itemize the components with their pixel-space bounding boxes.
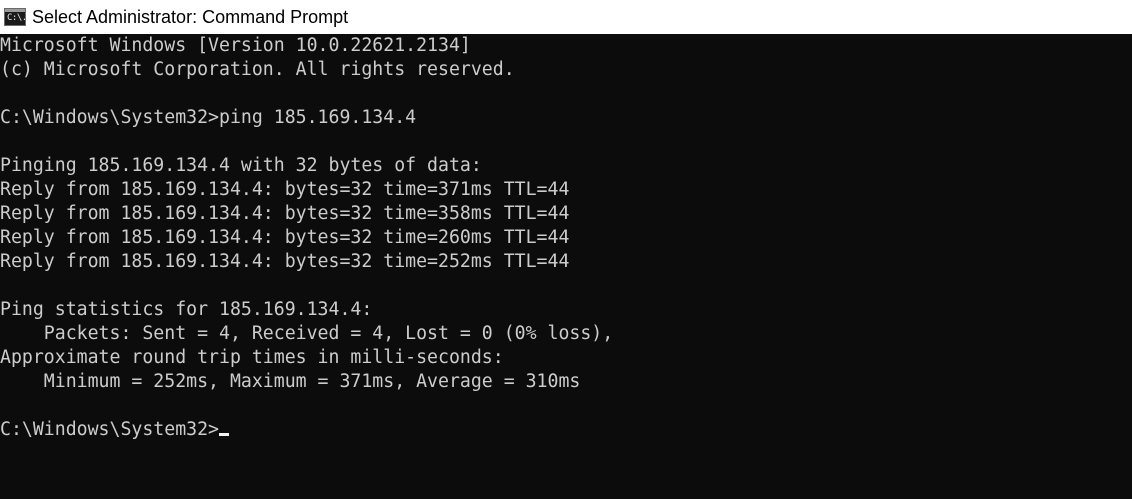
cmd-icon[interactable]: C:\. (4, 8, 27, 26)
console-line: Microsoft Windows [Version 10.0.22621.21… (0, 35, 471, 56)
console-line: C:\Windows\System32>ping 185.169.134.4 (0, 107, 417, 128)
title-bar[interactable]: C:\. Select Administrator: Command Promp… (0, 0, 1132, 34)
text-cursor (219, 433, 229, 436)
console-line: Pinging 185.169.134.4 with 32 bytes of d… (0, 155, 482, 176)
console-line: Ping statistics for 185.169.134.4: (0, 299, 373, 320)
console-line: Minimum = 252ms, Maximum = 371ms, Averag… (0, 371, 581, 392)
console-prompt: C:\Windows\System32> (0, 419, 219, 440)
console-output[interactable]: Microsoft Windows [Version 10.0.22621.21… (0, 34, 1132, 499)
cmd-icon-bar (5, 9, 25, 12)
cmd-icon-glyph: C:\. (7, 13, 27, 23)
console-line: Reply from 185.169.134.4: bytes=32 time=… (0, 179, 570, 200)
command-prompt-window: C:\. Select Administrator: Command Promp… (0, 0, 1132, 499)
console-prompt-line[interactable]: C:\Windows\System32> (0, 418, 229, 442)
console-line: Packets: Sent = 4, Received = 4, Lost = … (0, 323, 614, 344)
console-line: Reply from 185.169.134.4: bytes=32 time=… (0, 251, 570, 272)
console-line: (c) Microsoft Corporation. All rights re… (0, 59, 515, 80)
console-line: Reply from 185.169.134.4: bytes=32 time=… (0, 203, 570, 224)
console-line: Reply from 185.169.134.4: bytes=32 time=… (0, 227, 570, 248)
window-title: Select Administrator: Command Prompt (32, 6, 349, 27)
console-line: Approximate round trip times in milli-se… (0, 347, 504, 368)
